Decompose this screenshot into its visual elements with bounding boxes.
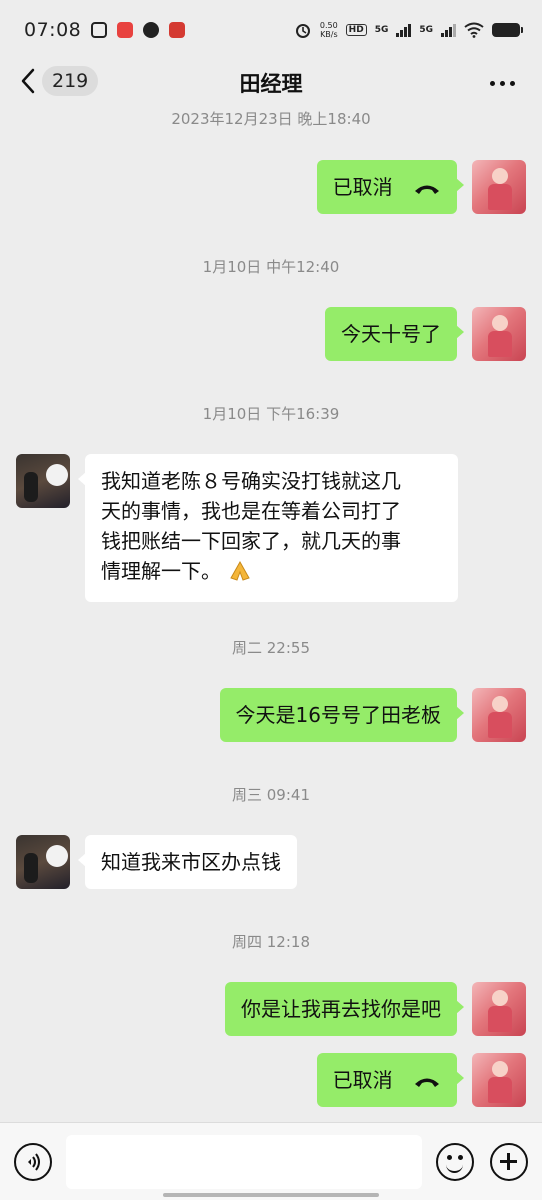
net-speed-unit: KB/s: [320, 30, 338, 39]
message-list[interactable]: 2023年12月23日 晚上18:40 已取消 1月10日 中午12:40 今天…: [0, 106, 542, 1122]
sim1-tag: 5G: [374, 25, 389, 35]
status-time: 07:08: [24, 19, 82, 41]
wifi-icon: [464, 22, 484, 38]
timestamp: 1月10日 中午12:40: [202, 258, 340, 276]
alarm-icon: [295, 24, 310, 38]
status-right: 0.50 KB/s HD 5G 5G: [294, 21, 523, 39]
home-indicator[interactable]: [163, 1193, 379, 1197]
message-bubble-call[interactable]: 已取消: [316, 1053, 465, 1107]
more-dots-icon: [509, 80, 515, 86]
avatar[interactable]: [472, 688, 526, 742]
avatar[interactable]: [16, 454, 70, 508]
message-bubble[interactable]: 你是让我再去找你是吧: [225, 982, 464, 1036]
hd-voice-icon: HD: [345, 24, 367, 36]
timestamp: 周二 22:55: [232, 639, 310, 657]
message-text-line: 情理解一下。: [101, 559, 221, 583]
status-left: 07:08: [24, 19, 186, 41]
timestamp: 周三 09:41: [232, 786, 310, 804]
unread-count-badge: 219: [42, 66, 99, 96]
more-dots-icon: [489, 80, 495, 86]
message-icon: [143, 22, 160, 38]
avatar[interactable]: [16, 835, 70, 889]
message-bubble[interactable]: 知道我来市区办点钱: [78, 835, 297, 889]
message-text-line: 钱把账结一下回家了，就几天的事: [101, 529, 401, 553]
more-actions-button[interactable]: [490, 1143, 528, 1181]
chevron-left-icon: [20, 67, 36, 95]
more-dots-icon: [499, 80, 505, 86]
message-text: 已取消: [332, 1068, 393, 1092]
net-speed: 0.50 KB/s: [320, 21, 338, 39]
sim2-tag: 5G: [419, 25, 433, 35]
phone-hangup-icon: [413, 1067, 441, 1097]
timestamp: 1月10日 下午16:39: [202, 405, 340, 423]
message-bubble[interactable]: 今天十号了: [325, 307, 464, 361]
net-speed-value: 0.50: [319, 21, 338, 30]
more-button[interactable]: [484, 68, 520, 98]
app-icon: [117, 22, 134, 38]
input-bar: [0, 1122, 542, 1200]
timestamp: 周四 12:18: [232, 933, 310, 951]
message-text: 你是让我再去找你是吧: [241, 997, 441, 1021]
signal-icon: [441, 23, 456, 37]
pray-emoji-icon: [227, 560, 253, 590]
video-app-icon: [91, 22, 108, 38]
message-text-line: 我知道老陈８号确实没打钱就这几: [101, 469, 401, 493]
voice-icon: [28, 1153, 40, 1171]
avatar[interactable]: [472, 982, 526, 1036]
avatar[interactable]: [472, 1053, 526, 1107]
app-icon: [169, 22, 186, 38]
timestamp: 2023年12月23日 晚上18:40: [171, 110, 371, 128]
emoji-button[interactable]: [436, 1143, 474, 1181]
message-input[interactable]: [66, 1135, 422, 1189]
message-bubble[interactable]: 我知道老陈８号确实没打钱就这几 天的事情，我也是在等着公司打了 钱把账结一下回家…: [78, 454, 458, 602]
message-bubble-call[interactable]: 已取消: [316, 160, 465, 214]
message-text: 今天是16号号了田老板: [235, 703, 441, 727]
message-bubble[interactable]: 今天是16号号了田老板: [219, 688, 465, 742]
avatar[interactable]: [472, 160, 526, 214]
back-button[interactable]: 219: [20, 66, 99, 96]
phone-hangup-icon: [413, 174, 441, 204]
chat-title: 田经理: [239, 72, 303, 96]
message-text: 今天十号了: [341, 322, 441, 346]
signal-icon: [396, 23, 412, 37]
message-text: 知道我来市区办点钱: [101, 850, 281, 874]
battery-icon: [492, 23, 523, 37]
status-bar: 07:08 0.50 KB/s HD 5G 5G: [0, 0, 542, 60]
message-text-line: 天的事情，我也是在等着公司打了: [101, 499, 401, 523]
message-text: 已取消: [332, 175, 393, 199]
voice-button[interactable]: [14, 1143, 52, 1181]
chat-header: 219 田经理: [0, 60, 542, 106]
avatar[interactable]: [472, 307, 526, 361]
